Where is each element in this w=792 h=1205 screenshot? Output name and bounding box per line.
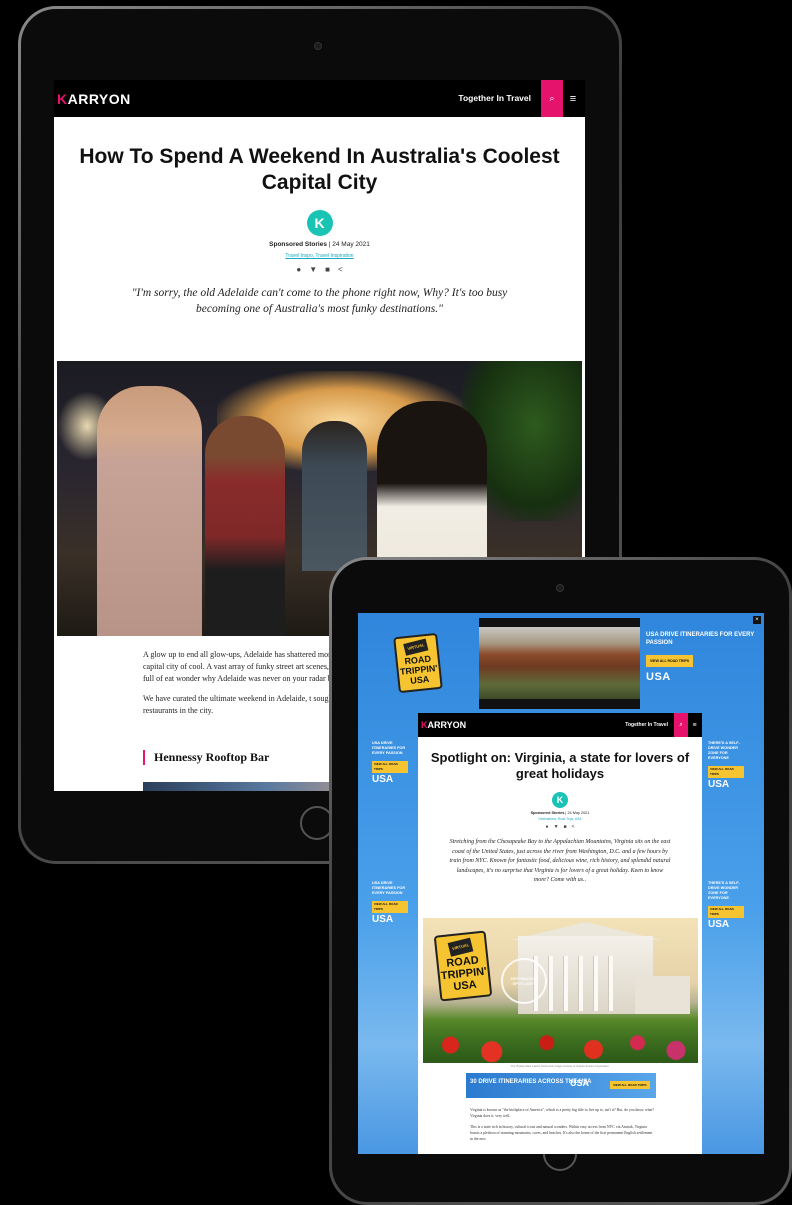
hamburger-menu-icon[interactable]: ≡ — [565, 80, 581, 117]
road-trippin-sign: VIRTUAL ROAD TRIPPIN' USA — [433, 930, 493, 1002]
karryon-logo[interactable]: KARRYON — [57, 91, 131, 107]
article-title: How To Spend A Weekend In Australia's Co… — [79, 145, 560, 194]
author-link[interactable]: Sponsored Stories — [531, 811, 565, 815]
usa-logo: USA — [708, 919, 730, 930]
facebook-icon[interactable]: ● — [296, 265, 301, 274]
karryon-logo[interactable]: KARRYON — [421, 720, 466, 730]
image-caption: The Virginia State Capitol, Richmond. Im… — [510, 1065, 610, 1068]
article-page: KARRYON Together In Travel ⌕ ≡ Spotlight… — [418, 713, 702, 1154]
byline: Sponsored Stories | 24 May 2021 — [418, 811, 702, 815]
view-road-trips-button[interactable]: VIEW ALL ROAD TRIPS — [646, 655, 694, 667]
left-skin-ad: USA DRIVE ITINERARIES FOR EVERY PASSION … — [372, 881, 410, 925]
view-road-trips-button[interactable]: VIEW ALL ROAD TRIPS — [708, 766, 744, 778]
search-icon[interactable]: ⌕ — [541, 80, 563, 117]
right-skin-ad: THERE'S A SELF-DRIVE WONDER ZONE FOR EVE… — [708, 881, 746, 930]
view-road-trips-button[interactable]: VIEW ALL ROAD TRIPS — [372, 761, 408, 773]
byline: Sponsored Stories | 24 May 2021 — [54, 241, 585, 248]
article-intro-quote: Stretching from the Chesapeake Bay to th… — [449, 839, 671, 883]
article-title: Spotlight on: Virginia, a state for love… — [430, 750, 690, 781]
road-trippin-sign: VIRTUAL ROAD TRIPPIN' USA — [393, 632, 443, 694]
camera-icon — [314, 42, 322, 50]
right-skin-ad: THERE'S A SELF-DRIVE WONDER ZONE FOR EVE… — [708, 741, 746, 790]
author-avatar[interactable]: K — [552, 792, 568, 808]
site-header: KARRYON Together In Travel ⌕ ≡ — [418, 713, 702, 737]
left-skin-ad: USA DRIVE ITINERARIES FOR EVERY PASSION … — [372, 741, 410, 785]
close-icon[interactable]: × — [753, 616, 761, 624]
author-link[interactable]: Sponsored Stories — [269, 241, 327, 248]
linkedin-icon[interactable]: ■ — [564, 824, 567, 830]
site-tagline: Together In Travel — [458, 93, 531, 103]
body-paragraph: Virginia is known as "the birthplace of … — [470, 1108, 654, 1118]
share-icon[interactable]: < — [572, 824, 575, 830]
article-intro-quote: "I'm sorry, the old Adelaide can't come … — [131, 287, 508, 315]
section-heading: Hennessy Rooftop Bar — [143, 750, 269, 765]
site-header: KARRYON Together In Travel ⌕ ≡ — [54, 80, 585, 117]
ad-takeover-screen: × VIRTUAL ROAD TRIPPIN' USA USA DRIVE IT… — [358, 613, 764, 1154]
search-icon[interactable]: ⌕ — [674, 713, 688, 737]
camera-icon — [556, 584, 564, 592]
twitter-icon[interactable]: ▼ — [309, 265, 317, 274]
view-road-trips-button[interactable]: VIEW ALL ROAD TRIPS — [610, 1081, 650, 1089]
share-icon[interactable]: < — [338, 265, 343, 274]
share-bar: ● ▼ ■ < — [418, 824, 702, 830]
canyon-video-ad[interactable] — [479, 618, 640, 709]
hero-image-virginia-capitol: VIRTUAL ROAD TRIPPIN' USA DESTINATION SP… — [423, 918, 698, 1063]
view-road-trips-button[interactable]: VIEW ALL ROAD TRIPS — [372, 901, 408, 913]
article-tags[interactable]: Travel Inspo, Travel Inspiration — [54, 253, 585, 259]
facebook-icon[interactable]: ● — [546, 824, 549, 830]
usa-logo: USA — [708, 779, 730, 790]
view-road-trips-button[interactable]: VIEW ALL ROAD TRIPS — [708, 906, 744, 918]
usa-logo: USA — [372, 774, 394, 785]
usa-logo: USA — [570, 1078, 590, 1088]
tablet-front: × VIRTUAL ROAD TRIPPIN' USA USA DRIVE IT… — [329, 557, 792, 1205]
top-promo: USA DRIVE ITINERARIES FOR EVERY PASSION … — [646, 631, 764, 683]
destination-spotlight-seal: DESTINATION SPOTLIGHT — [501, 958, 547, 1004]
share-bar: ● ▼ ■ < — [54, 265, 585, 274]
publish-date: | 24 May 2021 — [328, 241, 370, 248]
body-paragraph: This is a state rich in history, cultura… — [470, 1125, 653, 1141]
drive-itineraries-banner[interactable]: 30 DRIVE ITINERARIES ACROSS THE USA USA … — [466, 1073, 656, 1098]
site-tagline: Together In Travel — [625, 722, 668, 728]
stage: KARRYON Together In Travel ⌕ ≡ How To Sp… — [0, 0, 792, 1205]
author-avatar[interactable]: K — [306, 210, 333, 236]
linkedin-icon[interactable]: ■ — [325, 265, 330, 274]
article-body: Virginia is known as "the birthplace of … — [470, 1107, 654, 1147]
usa-logo: USA — [372, 914, 394, 925]
article-tags[interactable]: Destinations, Road Trips, USA — [418, 817, 702, 821]
hamburger-menu-icon[interactable]: ≡ — [689, 713, 700, 737]
twitter-icon[interactable]: ▼ — [554, 824, 559, 830]
publish-date: | 24 May 2021 — [565, 811, 590, 815]
usa-logo: USA — [646, 671, 671, 683]
